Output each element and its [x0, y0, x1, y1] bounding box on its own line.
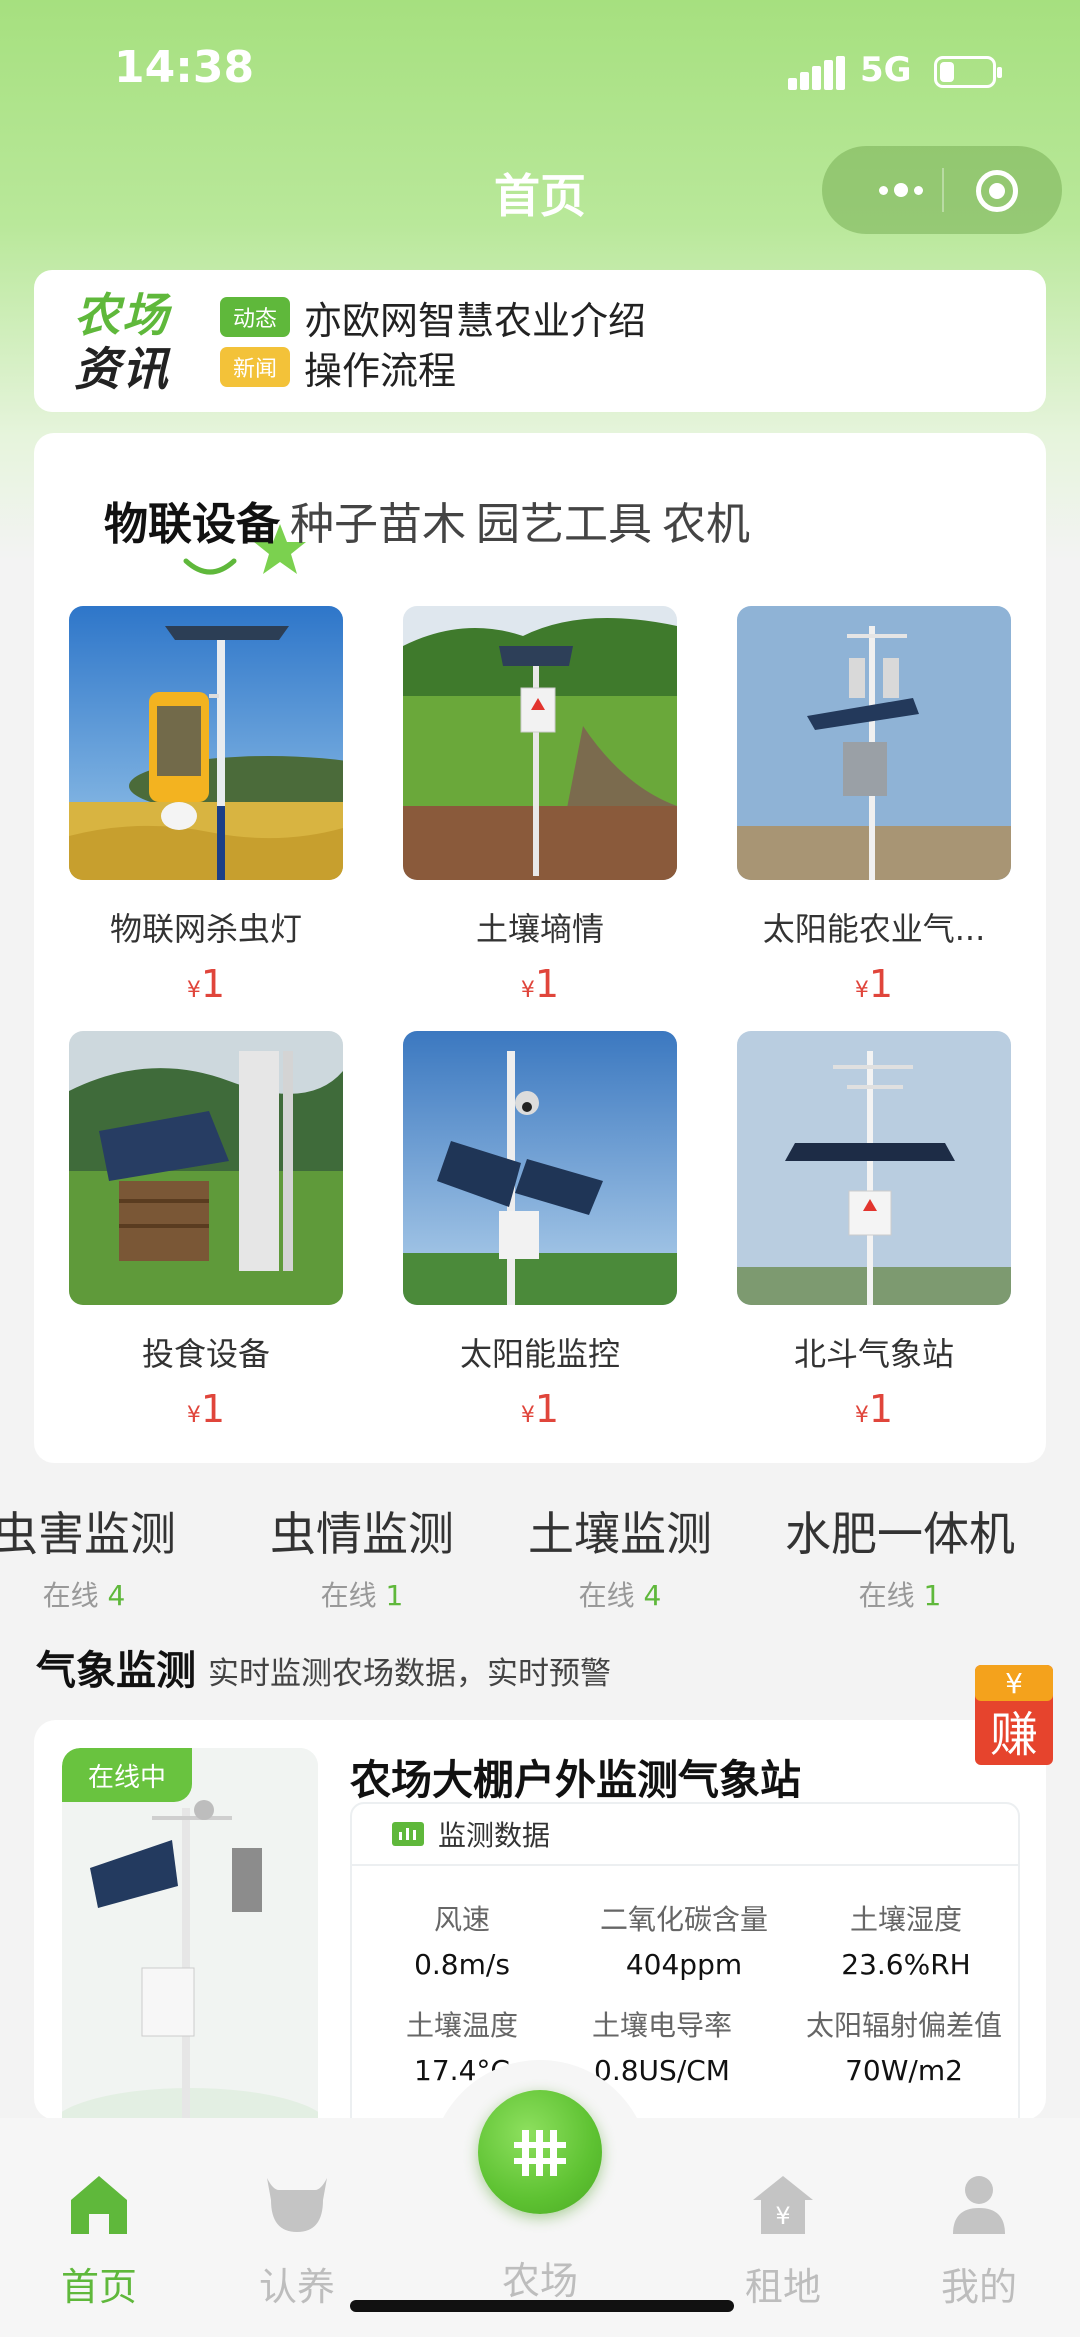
product-item[interactable]: 太阳能监控 ¥1 [403, 1031, 677, 1431]
svg-text:¥: ¥ [1005, 1667, 1023, 1700]
online-status-tag: 在线中 [62, 1748, 192, 1802]
active-tab-indicator [183, 558, 237, 575]
more-dots-icon[interactable] [856, 168, 946, 212]
farm-center-button[interactable] [478, 2090, 602, 2214]
metric-soil-humidity: 土壤湿度 23.6%RH [841, 1903, 971, 1981]
weather-section-header: 气象监测 实时监测农场数据，实时预警 [36, 1638, 611, 1696]
farm-news-logo: 农场 资讯 [74, 288, 170, 396]
earn-red-packet-icon[interactable]: ¥ 赚 [973, 1655, 1055, 1767]
tab-seeds[interactable]: 种子苗木 [290, 488, 466, 552]
product-image-solar-camera [403, 1031, 677, 1305]
tabbar-item-rent[interactable]: ¥ 租地 [718, 2170, 848, 2311]
product-price: ¥1 [854, 1387, 894, 1431]
metric-wind-speed: 风速 0.8m/s [414, 1903, 510, 1981]
product-item[interactable]: 物联网杀虫灯 ¥1 [69, 606, 343, 1006]
product-item[interactable]: 太阳能农业气... ¥1 [737, 606, 1011, 1006]
product-card: 物联设备 种子苗木 园艺工具 农机 物联网杀虫灯 ¥1 土壤墒情 ¥1 太阳能农… [34, 433, 1046, 1463]
status-bar: 14:38 5G [0, 0, 1080, 140]
battery-icon [934, 56, 1002, 88]
product-image-weather-station [737, 606, 1011, 880]
svg-text:¥: ¥ [775, 2202, 790, 2230]
product-price: ¥1 [520, 1387, 560, 1431]
product-item[interactable]: 投食设备 ¥1 [69, 1031, 343, 1431]
product-item[interactable]: 北斗气象站 ¥1 [737, 1031, 1011, 1431]
svg-text:赚: 赚 [990, 1707, 1038, 1763]
news-tag: 新闻 [220, 347, 290, 387]
tabbar-item-mine[interactable]: 我的 [914, 2170, 1044, 2311]
farm-fence-icon [514, 2130, 566, 2176]
product-image-soil-moisture [403, 606, 677, 880]
product-price: ¥1 [854, 962, 894, 1006]
product-name: 太阳能监控 [459, 1335, 620, 1373]
product-price: ¥1 [186, 1387, 226, 1431]
monitor-item-irrigation[interactable]: 水肥一体机 在线 1 [770, 1498, 1030, 1608]
bar-chart-icon [392, 1822, 424, 1846]
status-time: 14:38 [114, 42, 255, 93]
farm-news-card: 农场 资讯 动态 亦欧网智慧农业介绍 新闻 操作流程 [34, 270, 1046, 412]
mini-program-capsule [822, 146, 1062, 234]
product-name: 太阳能农业气... [762, 910, 986, 948]
monitor-item-insect[interactable]: 虫情监测 在线 1 [252, 1498, 472, 1608]
data-panel-header: 监测数据 [352, 1804, 1018, 1866]
tab-farm-machinery[interactable]: 农机 [662, 488, 750, 552]
tabbar-item-home[interactable]: 首页 [34, 2170, 164, 2311]
monitor-item-pest[interactable]: 虫害监测 在线 4 [0, 1498, 194, 1608]
monitor-item-soil[interactable]: 土壤监测 在线 4 [510, 1498, 730, 1608]
home-indicator [350, 2300, 734, 2312]
product-image-beidou-weather-station [737, 1031, 1011, 1305]
monitor-data-panel: 监测数据 风速 0.8m/s 二氧化碳含量 404ppm 土壤湿度 23.6%RH 土… [350, 1802, 1020, 2120]
product-name: 土壤墒情 [475, 910, 604, 948]
product-image-feeding-device [69, 1031, 343, 1305]
section-title: 气象监测 [36, 1648, 196, 1694]
profile-icon [953, 2176, 1005, 2234]
product-name: 投食设备 [141, 1335, 270, 1373]
news-item[interactable]: 新闻 操作流程 [220, 342, 457, 393]
cow-icon [267, 2178, 327, 2232]
product-price: ¥1 [186, 962, 226, 1006]
tab-iot-devices[interactable]: 物联设备 [104, 488, 280, 552]
news-item[interactable]: 动态 亦欧网智慧农业介绍 [220, 292, 647, 343]
tab-garden-tools[interactable]: 园艺工具 [476, 488, 652, 552]
product-name: 物联网杀虫灯 [109, 910, 302, 948]
product-item[interactable]: 土壤墒情 ¥1 [403, 606, 677, 1006]
target-icon[interactable] [976, 170, 1018, 212]
news-title: 操作流程 [304, 348, 457, 393]
product-image-insect-lamp [69, 606, 343, 880]
network-label: 5G [860, 50, 912, 90]
metric-co2: 二氧化碳含量 404ppm [599, 1903, 768, 1981]
signal-icon [788, 56, 845, 90]
section-subtitle: 实时监测农场数据，实时预警 [208, 1656, 611, 1692]
metric-solar-radiation: 太阳辐射偏差值 70W/m2 [805, 2009, 1002, 2087]
station-image: 在线中 [62, 1748, 318, 2120]
product-name: 北斗气象站 [793, 1335, 954, 1373]
station-name: 农场大棚户外监测气象站 [350, 1756, 801, 1804]
tabbar-item-adopt[interactable]: 认养 [232, 2170, 362, 2311]
tabbar-item-farm-label[interactable]: 农场 [430, 2250, 650, 2305]
product-price: ¥1 [520, 962, 560, 1006]
monitor-category-strip[interactable]: 虫害监测 在线 4 虫情监测 在线 1 土壤监测 在线 4 水肥一体机 在线 1 [0, 1498, 1080, 1608]
home-icon [71, 2176, 127, 2234]
rent-land-icon: ¥ [753, 2176, 813, 2234]
news-tag: 动态 [220, 297, 290, 337]
news-title: 亦欧网智慧农业介绍 [304, 298, 647, 343]
